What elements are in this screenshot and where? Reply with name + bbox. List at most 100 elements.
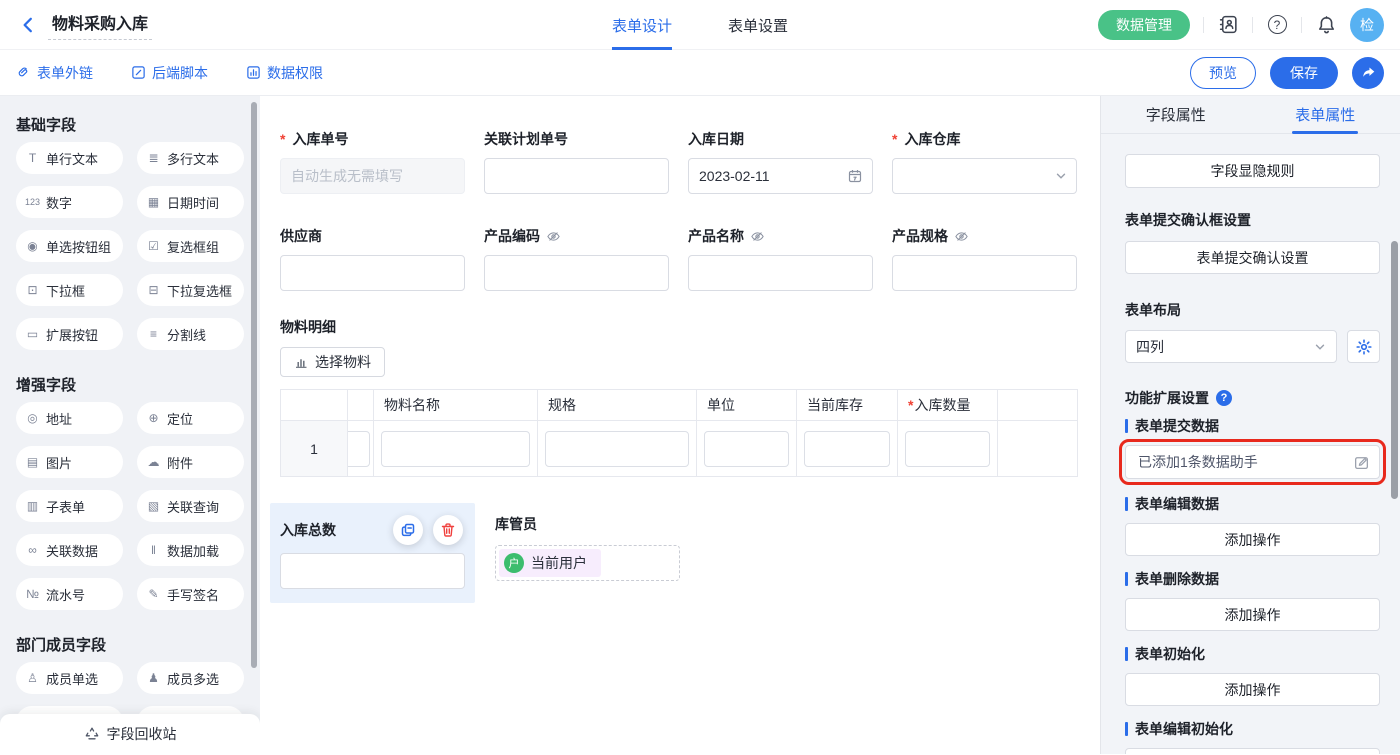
- field-pill-serial-number[interactable]: №流水号: [16, 578, 123, 610]
- keeper-member-box[interactable]: 户 当前用户: [495, 545, 680, 581]
- plan-no-input[interactable]: [484, 158, 669, 194]
- edit-icon[interactable]: [1353, 454, 1370, 471]
- field-recycle-bin-button[interactable]: 字段回收站: [0, 714, 260, 754]
- unit-input[interactable]: [704, 431, 789, 467]
- field-pill-member-multi[interactable]: ♟成员多选: [137, 662, 244, 694]
- data-manage-button[interactable]: 数据管理: [1098, 10, 1190, 40]
- field-pill-single-line-text[interactable]: T单行文本: [16, 142, 123, 174]
- field-pill-divider[interactable]: ≡分割线: [137, 318, 244, 350]
- pill-label: 单行文本: [46, 149, 98, 168]
- field-pill-data-load[interactable]: ‖数据加载: [137, 534, 244, 566]
- spec-input[interactable]: [545, 431, 689, 467]
- pill-label: 成员单选: [46, 669, 98, 688]
- layout-select[interactable]: 四列: [1125, 330, 1337, 363]
- field-pill-lookup[interactable]: ▧关联查询: [137, 490, 244, 522]
- layout-select-value: 四列: [1136, 337, 1164, 357]
- field-pill-datetime[interactable]: ▦日期时间: [137, 186, 244, 218]
- field-pill-select[interactable]: ⊡下拉框: [16, 274, 123, 306]
- field-total-selected[interactable]: 入库总数: [270, 503, 475, 603]
- warehouse-select[interactable]: [892, 158, 1077, 194]
- member-fields-grid: ♙成员单选 ♟成员多选: [16, 662, 244, 694]
- data-assistant-entry[interactable]: 已添加1条数据助手: [1125, 445, 1380, 479]
- field-pill-image[interactable]: ▤图片: [16, 446, 123, 478]
- tab-form-design[interactable]: 表单设计: [612, 0, 672, 50]
- material-name-input[interactable]: [381, 431, 530, 467]
- field-pill-multi-select[interactable]: ⊟下拉复选框: [137, 274, 244, 306]
- field-pill-address[interactable]: ◎地址: [16, 402, 123, 434]
- field-product-name[interactable]: 产品名称: [688, 226, 873, 291]
- field-pill-subform[interactable]: ▥子表单: [16, 490, 123, 522]
- field-inbound-date[interactable]: 入库日期: [688, 129, 873, 194]
- product-spec-input[interactable]: [892, 255, 1077, 291]
- layout-settings-button[interactable]: [1347, 330, 1380, 363]
- delete-field-button[interactable]: [433, 515, 463, 545]
- section-title-basic-fields: 基础字段: [16, 114, 244, 134]
- form-title[interactable]: 物料采购入库: [48, 10, 152, 40]
- external-link-button[interactable]: 表单外链: [16, 63, 93, 83]
- subtable-header-empty: [998, 390, 1078, 421]
- field-supplier[interactable]: 供应商: [280, 226, 465, 291]
- field-warehouse[interactable]: *入库仓库: [892, 129, 1077, 194]
- field-inbound-no[interactable]: *入库单号: [280, 129, 465, 194]
- preview-button[interactable]: 预览: [1190, 57, 1256, 89]
- sidebar-scrollbar[interactable]: [251, 102, 257, 668]
- add-operation-button-init[interactable]: 添加操作: [1125, 673, 1380, 706]
- field-pill-location[interactable]: ⊕定位: [137, 402, 244, 434]
- extension-group-delete: 表单删除数据 添加操作: [1125, 569, 1380, 631]
- field-visibility-rules-button[interactable]: 字段显隐规则: [1125, 154, 1380, 188]
- pill-label: 定位: [167, 409, 193, 428]
- extension-help-icon[interactable]: ?: [1216, 390, 1232, 406]
- form-toolbar: 表单外链 后端脚本 数据权限 预览 保存: [0, 50, 1400, 96]
- current-user-tag[interactable]: 户 当前用户: [499, 549, 601, 577]
- field-product-spec[interactable]: 产品规格: [892, 226, 1077, 291]
- user-avatar[interactable]: 检: [1350, 8, 1384, 42]
- attachment-icon: ☁: [146, 455, 161, 469]
- save-button[interactable]: 保存: [1270, 57, 1338, 89]
- tab-field-properties[interactable]: 字段属性: [1101, 96, 1251, 133]
- field-label: 供应商: [280, 226, 322, 246]
- field-pill-radio-group[interactable]: ◉单选按钮组: [16, 230, 123, 262]
- panel-tabs: 字段属性 表单属性: [1101, 96, 1400, 134]
- backend-script-button[interactable]: 后端脚本: [131, 63, 208, 83]
- inbound-date-input[interactable]: [688, 158, 873, 194]
- field-pill-member-single[interactable]: ♙成员单选: [16, 662, 123, 694]
- select-icon: ⊡: [25, 283, 40, 297]
- data-permission-button[interactable]: 数据权限: [246, 63, 323, 83]
- panel-scrollbar[interactable]: [1391, 241, 1398, 499]
- stock-input[interactable]: [804, 431, 890, 467]
- tab-form-settings[interactable]: 表单设置: [728, 0, 788, 50]
- field-pill-signature[interactable]: ✎手写签名: [137, 578, 244, 610]
- product-name-input[interactable]: [688, 255, 873, 291]
- field-pill-number[interactable]: 123数字: [16, 186, 123, 218]
- field-pill-attachment[interactable]: ☁附件: [137, 446, 244, 478]
- back-button[interactable]: [16, 13, 40, 37]
- field-pill-checkbox-group[interactable]: ☑复选框组: [137, 230, 244, 262]
- copy-field-button[interactable]: [393, 515, 423, 545]
- notification-bell-icon[interactable]: [1315, 14, 1337, 36]
- field-product-code[interactable]: 产品编码: [484, 226, 669, 291]
- form-design-canvas: *入库单号 关联计划单号 入库日期: [260, 96, 1100, 754]
- add-operation-button-edit[interactable]: 添加操作: [1125, 523, 1380, 556]
- field-material-detail[interactable]: 物料明细 选择物料 物料名称 规格: [280, 317, 1077, 477]
- tab-form-properties[interactable]: 表单属性: [1251, 96, 1400, 133]
- add-operation-button-delete[interactable]: 添加操作: [1125, 598, 1380, 631]
- add-operation-button-edit-init[interactable]: 添加操作: [1125, 748, 1380, 754]
- field-plan-no[interactable]: 关联计划单号: [484, 129, 669, 194]
- field-pill-extend-button[interactable]: ▭扩展按钮: [16, 318, 123, 350]
- help-icon[interactable]: ?: [1266, 14, 1288, 36]
- field-pill-multi-line-text[interactable]: ≣多行文本: [137, 142, 244, 174]
- quantity-input[interactable]: [905, 431, 990, 467]
- supplier-input[interactable]: [280, 255, 465, 291]
- field-pill-linked-data[interactable]: ∞关联数据: [16, 534, 123, 566]
- pill-label: 日期时间: [167, 193, 219, 212]
- subtable-cell-input-clipped[interactable]: [348, 431, 371, 467]
- required-asterisk: *: [908, 397, 913, 413]
- address-book-icon[interactable]: [1217, 14, 1239, 36]
- share-button[interactable]: [1352, 57, 1384, 89]
- field-keeper[interactable]: 库管员 户 当前用户: [495, 503, 680, 603]
- product-code-input[interactable]: [484, 255, 669, 291]
- field-label: 关联计划单号: [484, 129, 568, 149]
- select-material-button[interactable]: 选择物料: [280, 347, 385, 377]
- total-input[interactable]: [280, 553, 465, 589]
- submit-confirm-setting-button[interactable]: 表单提交确认设置: [1125, 241, 1380, 274]
